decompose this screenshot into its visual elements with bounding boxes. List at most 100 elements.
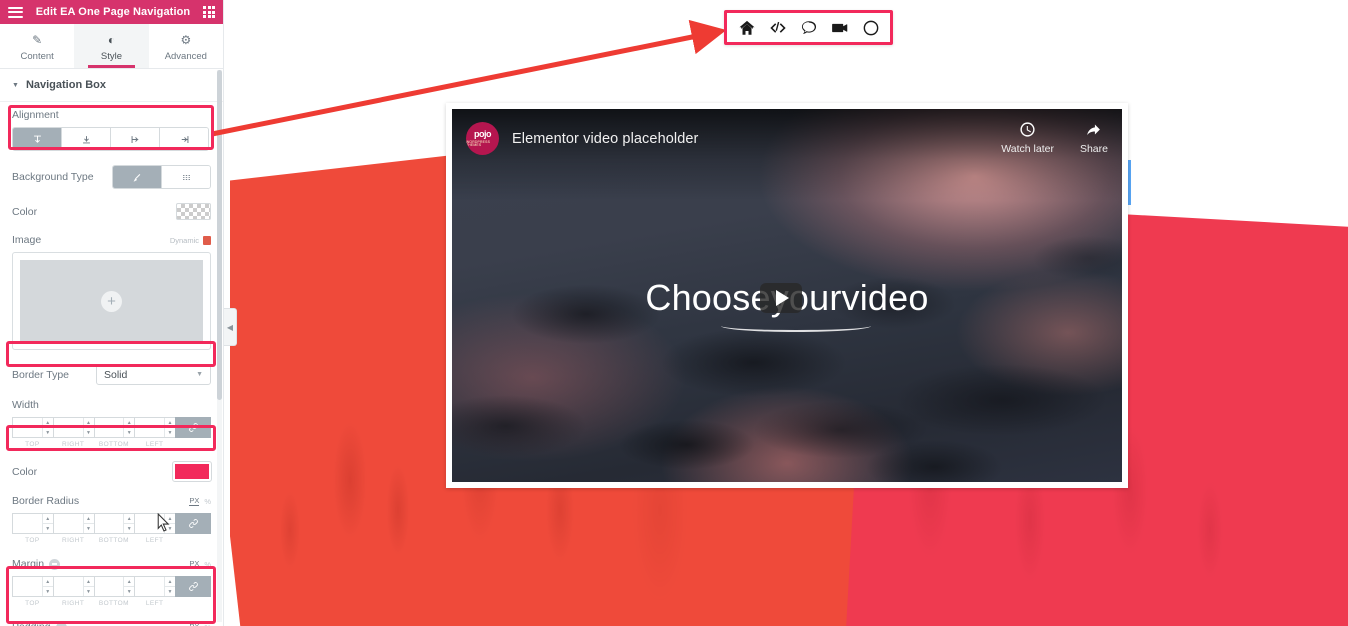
- video-player[interactable]: pojo WORDPRESS THEMES Elementor video pl…: [452, 109, 1122, 482]
- border-width-right: ▲ ▼: [52, 417, 94, 438]
- unit-px[interactable]: PX: [189, 559, 200, 569]
- nav-home-icon[interactable]: [737, 18, 756, 37]
- panel-tabs[interactable]: ✎ Content ◐ Style ⚙ Advanced: [0, 24, 223, 69]
- control-background-color: Color: [0, 196, 223, 227]
- choose-text-pre: Choose: [645, 277, 771, 318]
- border-width-left-input[interactable]: [135, 418, 164, 437]
- border-radius-top-input[interactable]: [13, 514, 42, 533]
- share-label: Share: [1079, 143, 1108, 155]
- nav-chat-bubble-icon[interactable]: [799, 18, 818, 37]
- border-width-right-input[interactable]: [53, 418, 83, 437]
- stepper: ▲ ▼: [82, 514, 94, 533]
- background-classic-button[interactable]: [113, 166, 162, 188]
- margin-inputs[interactable]: ▲ ▼ ▲ ▼ ▲ ▼ ▲ ▼: [12, 576, 211, 597]
- play-icon[interactable]: [760, 283, 803, 313]
- background-gradient-button[interactable]: [162, 166, 210, 188]
- share-button[interactable]: Share: [1080, 121, 1108, 155]
- background-color-swatch[interactable]: [176, 203, 211, 220]
- dynamic-tag-button[interactable]: Dynamic: [170, 235, 211, 245]
- panel-title: Edit EA One Page Navigation: [35, 6, 191, 18]
- border-radius-inputs[interactable]: ▲ ▼ ▲ ▼ ▲ ▼ ▲ ▼: [12, 513, 211, 534]
- stepper: ▲ ▼: [123, 577, 135, 596]
- image-placeholder: +: [20, 260, 203, 342]
- border-radius-link-button[interactable]: [175, 513, 211, 534]
- align-bottom-button[interactable]: [62, 128, 111, 150]
- margin-right: ▲ ▼: [52, 576, 94, 597]
- tab-style[interactable]: ◐ Style: [74, 24, 149, 68]
- margin-units[interactable]: PX %: [189, 559, 211, 569]
- unit-percent[interactable]: %: [204, 560, 211, 569]
- padding-reset-icon[interactable]: [55, 621, 67, 626]
- border-width-bottom-input[interactable]: [94, 418, 124, 437]
- background-type-button-group[interactable]: [112, 165, 211, 189]
- margin-top-input[interactable]: [13, 577, 42, 596]
- margin-link-button[interactable]: [175, 576, 211, 597]
- elementor-settings-panel[interactable]: Edit EA One Page Navigation ✎ Content ◐ …: [0, 0, 224, 626]
- background-type-label: Background Type: [12, 171, 94, 183]
- padding-units[interactable]: PX %: [189, 622, 211, 626]
- control-margin: Margin PX % ▲ ▼ ▲ ▼ ▲ ▼ ▲ ▼ TOP RIGHT BO…: [0, 551, 223, 614]
- border-radius-units[interactable]: PX %: [189, 496, 211, 506]
- side-label-top: TOP: [25, 537, 40, 544]
- border-type-label: Border Type: [12, 368, 70, 381]
- grid-icon[interactable]: [203, 6, 215, 18]
- side-label-right: RIGHT: [62, 600, 85, 607]
- border-radius-side-labels: TOP RIGHT BOTTOM LEFT: [12, 537, 211, 544]
- nav-code-icon[interactable]: [768, 18, 787, 37]
- unit-percent[interactable]: %: [204, 497, 211, 506]
- panel-scrollbar-thumb[interactable]: [217, 70, 222, 400]
- align-right-button[interactable]: [160, 128, 208, 150]
- unit-px[interactable]: PX: [189, 622, 199, 626]
- hamburger-icon[interactable]: [8, 6, 23, 18]
- underline-swoosh: [721, 320, 871, 332]
- watch-later-button[interactable]: Watch later: [1001, 121, 1054, 155]
- section-navigation-box[interactable]: ▼ Navigation Box: [0, 69, 223, 102]
- one-page-navigation-widget[interactable]: [724, 10, 893, 45]
- side-label-left: LEFT: [145, 600, 164, 607]
- border-width-link-button[interactable]: [175, 417, 211, 438]
- border-radius-bottom-input[interactable]: [94, 514, 124, 533]
- pencil-icon: ✎: [32, 32, 43, 47]
- alignment-label: Alignment: [12, 109, 59, 121]
- border-radius-left: ▲ ▼: [134, 513, 175, 534]
- nav-video-icon[interactable]: [830, 18, 849, 37]
- plus-icon[interactable]: +: [101, 290, 122, 312]
- side-label-right: RIGHT: [62, 441, 85, 448]
- channel-avatar[interactable]: pojo WORDPRESS THEMES: [466, 122, 499, 155]
- border-radius-right-input[interactable]: [53, 514, 83, 533]
- border-width-inputs[interactable]: ▲ ▼ ▲ ▼ ▲ ▼ ▲ ▼: [12, 417, 211, 438]
- panel-sections: ▼ Navigation Box Alignment Background Ty…: [0, 69, 223, 626]
- stepper: ▲ ▼: [82, 577, 94, 596]
- image-upload-area[interactable]: +: [12, 252, 211, 350]
- gear-icon: ⚙: [180, 32, 192, 47]
- margin-right-input[interactable]: [53, 577, 83, 596]
- panel-collapse-handle[interactable]: ◀: [224, 308, 237, 346]
- border-color-swatch[interactable]: [172, 461, 212, 482]
- unit-px[interactable]: PX: [189, 496, 200, 506]
- chevron-down-icon: ▼: [196, 371, 203, 378]
- section-title: Navigation Box: [25, 79, 107, 91]
- margin-bottom-input[interactable]: [94, 577, 124, 596]
- unit-percent[interactable]: %: [204, 623, 211, 626]
- border-width-top-input[interactable]: [13, 418, 42, 437]
- align-top-button[interactable]: [13, 128, 62, 150]
- margin-left-input[interactable]: [135, 577, 164, 596]
- stepper: ▲ ▼: [41, 418, 53, 437]
- control-border-type: Border Type Solid ▼: [0, 357, 223, 392]
- panel-scrollbar[interactable]: [217, 70, 222, 622]
- nav-circle-icon[interactable]: [861, 18, 880, 37]
- tab-content[interactable]: ✎ Content: [0, 24, 74, 68]
- tab-advanced-label: Advanced: [164, 50, 207, 62]
- page-preview-canvas[interactable]: pojo WORDPRESS THEMES Elementor video pl…: [230, 0, 1348, 626]
- margin-reset-icon[interactable]: [49, 558, 61, 570]
- alignment-button-group[interactable]: [12, 127, 209, 151]
- video-widget[interactable]: pojo WORDPRESS THEMES Elementor video pl…: [446, 103, 1128, 488]
- side-label-left: LEFT: [145, 441, 164, 448]
- video-title[interactable]: Elementor video placeholder: [512, 131, 698, 147]
- border-radius-left-input[interactable]: [135, 514, 164, 533]
- border-type-select[interactable]: Solid ▼: [96, 364, 211, 385]
- tab-advanced[interactable]: ⚙ Advanced: [149, 24, 223, 68]
- channel-avatar-name: pojo: [474, 128, 492, 139]
- align-left-button[interactable]: [111, 128, 160, 150]
- control-border-radius: Border Radius PX % ▲ ▼ ▲ ▼ ▲ ▼ ▲ ▼ TOP R…: [0, 488, 223, 551]
